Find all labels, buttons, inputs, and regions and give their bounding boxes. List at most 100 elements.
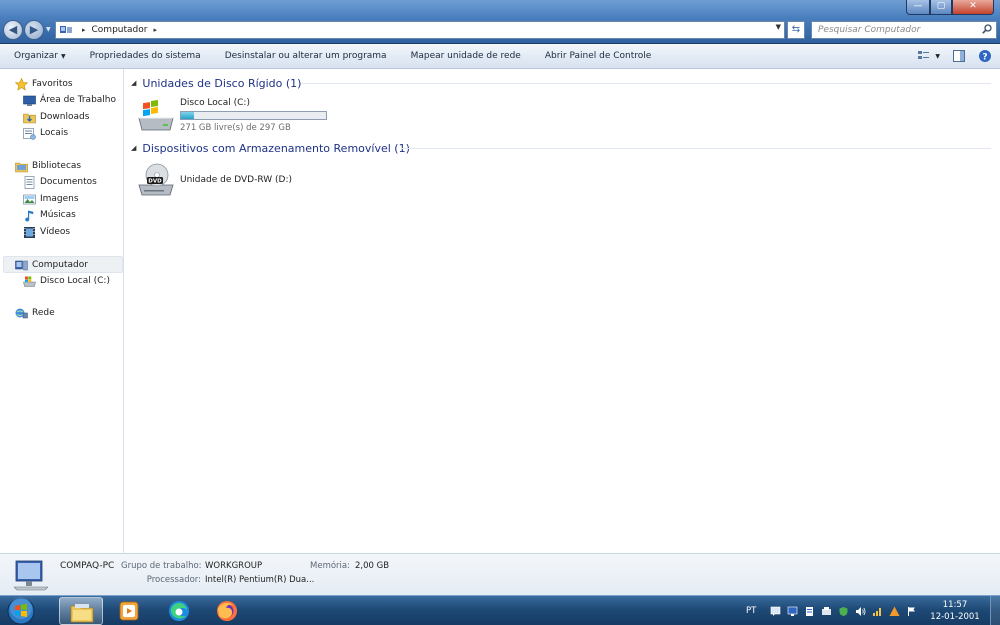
monitor-tray-icon[interactable] [787, 606, 798, 617]
nav-local-disk[interactable]: Disco Local (C:) [23, 273, 110, 289]
minimize-button[interactable]: — [906, 0, 930, 15]
volume-icon[interactable] [855, 606, 866, 617]
taskbar-media-player[interactable] [107, 597, 151, 625]
title-bar: — ▢ ✕ ◀ ▶ ▼ ▸ Computador ▸ ▼ ⇆ Pesquisar… [0, 0, 1000, 44]
breadcrumb-separator[interactable]: ▸ [153, 26, 157, 34]
nav-network[interactable]: Rede [15, 305, 55, 321]
documents-icon [24, 175, 35, 189]
action-center-icon[interactable] [770, 606, 781, 617]
nav-images[interactable]: Imagens [23, 191, 79, 207]
libraries-icon [15, 162, 28, 172]
recent-pages-dropdown[interactable]: ▼ [46, 26, 51, 33]
uninstall-program-button[interactable]: Desinstalar ou alterar um programa [225, 51, 387, 61]
language-indicator[interactable]: PT [746, 606, 756, 616]
star-icon [15, 77, 28, 91]
clock-time: 11:57 [942, 600, 968, 610]
downloads-folder-icon [23, 113, 36, 123]
address-bar[interactable]: ▸ Computador ▸ ▼ [55, 21, 785, 39]
media-player-icon [119, 601, 139, 621]
breadcrumb-separator[interactable]: ▸ [82, 26, 86, 34]
refresh-icon: ⇆ [791, 24, 801, 35]
nav-label: Músicas [40, 210, 76, 220]
nav-documents[interactable]: Documentos [23, 174, 97, 190]
antivirus-tray-icon[interactable] [838, 606, 849, 617]
maximize-button[interactable]: ▢ [930, 0, 952, 15]
start-button[interactable] [4, 596, 38, 625]
nav-label: Disco Local (C:) [40, 276, 110, 286]
nav-label: Locais [40, 128, 69, 138]
nav-libraries[interactable]: Bibliotecas [15, 158, 81, 174]
collapse-triangle-icon[interactable]: ◢ [131, 144, 136, 152]
computer-icon [14, 560, 48, 591]
search-placeholder: Pesquisar Computador [818, 25, 921, 35]
nav-downloads[interactable]: Downloads [23, 109, 89, 125]
back-button[interactable]: ◀ [3, 20, 23, 40]
open-control-panel-button[interactable]: Abrir Painel de Controle [545, 51, 651, 61]
group-header-removable[interactable]: ◢ Dispositivos com Armazenamento Removív… [131, 140, 410, 156]
nav-computer[interactable]: Computador [15, 257, 88, 273]
flag-icon[interactable] [906, 606, 917, 617]
memory-label: Memória: [310, 561, 350, 571]
update-tray-icon[interactable] [889, 606, 900, 617]
refresh-button[interactable]: ⇆ [787, 21, 805, 39]
chevron-down-icon: ▼ [61, 53, 66, 60]
group-header-label: Dispositivos com Armazenamento Removível… [142, 141, 410, 155]
show-desktop-button[interactable] [990, 596, 1000, 625]
nav-label: Área de Trabalho [40, 95, 117, 105]
details-pane: COMPAQ-PC Grupo de trabalho: WORKGROUP M… [0, 553, 1000, 595]
taskbar-edge[interactable] [157, 597, 201, 625]
computer-icon [15, 260, 28, 270]
network-icon [15, 308, 28, 318]
chevron-down-icon[interactable]: ▼ [935, 53, 940, 60]
document-tray-icon[interactable] [804, 606, 815, 617]
disk-usage-fill [181, 112, 194, 119]
workgroup-label: Grupo de trabalho: [121, 561, 202, 571]
organize-button[interactable]: Organizar ▼ [14, 51, 66, 61]
group-header-hard-disks[interactable]: ◢ Unidades de Disco Rígido (1) [131, 75, 301, 91]
edge-browser-icon [169, 601, 189, 621]
drive-name: Disco Local (C:) [180, 98, 250, 108]
close-button[interactable]: ✕ [952, 0, 994, 15]
group-divider [401, 148, 991, 149]
nav-places[interactable]: Locais [23, 125, 68, 141]
window-controls: — ▢ ✕ [906, 0, 994, 15]
computer-icon [60, 25, 72, 33]
search-input[interactable]: Pesquisar Computador [811, 21, 997, 39]
nav-label: Computador [32, 260, 88, 270]
change-view-icon[interactable] [917, 49, 931, 63]
collapse-triangle-icon[interactable]: ◢ [131, 79, 136, 87]
taskbar-explorer[interactable] [59, 597, 103, 625]
nav-label: Downloads [40, 112, 90, 122]
nav-music[interactable]: Músicas [23, 207, 76, 223]
videos-icon [24, 226, 35, 238]
preview-pane-icon[interactable] [952, 49, 966, 63]
memory-value: 2,00 GB [355, 561, 390, 571]
navigation-pane: Favoritos Área de Trabalho Downloads Loc… [0, 69, 124, 553]
nav-label: Favoritos [32, 79, 73, 89]
map-network-drive-button[interactable]: Mapear unidade de rede [411, 51, 521, 61]
forward-button[interactable]: ▶ [24, 20, 44, 40]
search-icon[interactable] [982, 24, 992, 34]
arrow-left-icon: ◀ [8, 23, 18, 36]
nav-favorites[interactable]: Favoritos [15, 76, 73, 92]
clock[interactable]: 11:57 12-01-2001 [925, 599, 985, 623]
system-properties-button[interactable]: Propriedades do sistema [90, 51, 201, 61]
svg-text:?: ? [982, 53, 987, 63]
address-dropdown-icon[interactable]: ▼ [776, 23, 781, 31]
group-header-label: Unidades de Disco Rígido (1) [142, 76, 302, 90]
network-signal-icon[interactable] [872, 606, 883, 617]
firefox-icon [217, 601, 237, 621]
nav-label: Rede [32, 308, 55, 318]
disk-usage-bar [180, 111, 327, 120]
nav-desktop[interactable]: Área de Trabalho [23, 92, 116, 108]
nav-videos[interactable]: Vídeos [23, 224, 70, 240]
system-tray: PT [746, 596, 923, 625]
processor-label: Processador: [146, 575, 201, 585]
nav-label: Imagens [40, 194, 79, 204]
pc-name: COMPAQ-PC [60, 561, 115, 571]
dvd-badge: DVD [148, 179, 162, 185]
breadcrumb-computador[interactable]: Computador [92, 25, 148, 35]
taskbar-firefox[interactable] [205, 597, 249, 625]
device-tray-icon[interactable] [821, 606, 832, 617]
help-icon[interactable]: ? [978, 49, 992, 63]
